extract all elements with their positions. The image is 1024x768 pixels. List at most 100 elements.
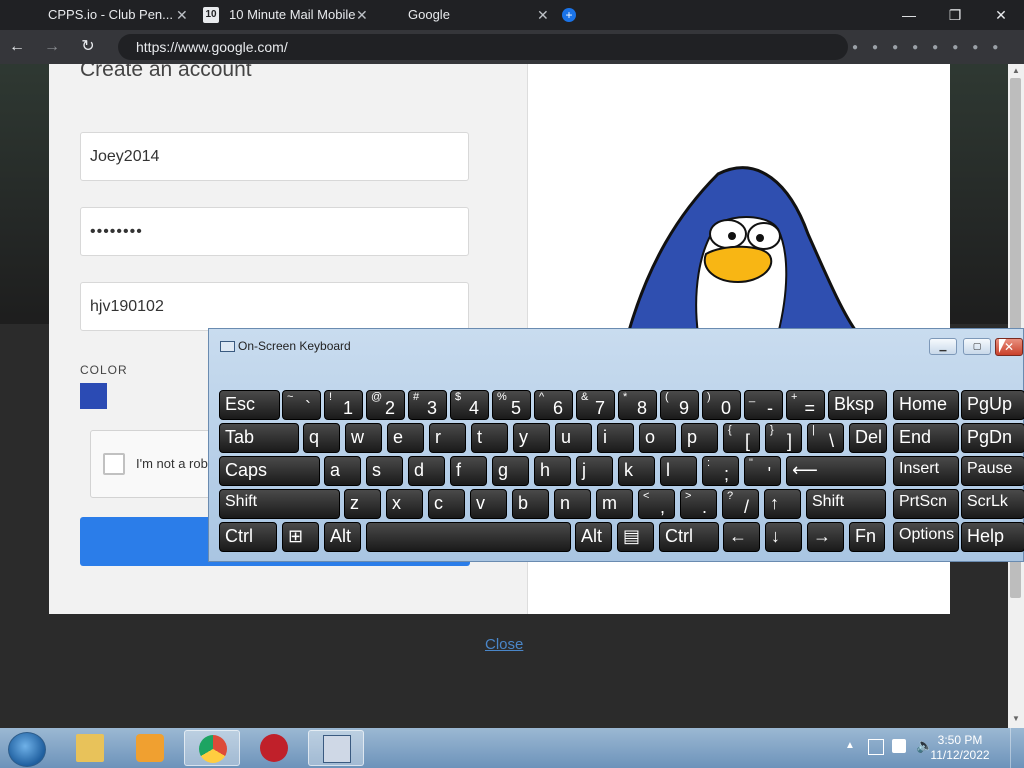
key-pgup[interactable]: PgUp	[961, 390, 1024, 420]
key-shift[interactable]: Shift	[806, 489, 886, 519]
key--[interactable]: ⟵	[786, 456, 886, 486]
tab-close-icon[interactable]: ✕	[356, 0, 368, 30]
key--[interactable]: }]	[765, 423, 802, 453]
window-restore-button[interactable]: ❐	[932, 0, 978, 30]
key--[interactable]: + =	[786, 390, 825, 420]
key-alt[interactable]: Alt	[324, 522, 361, 552]
scroll-down-icon[interactable]: ▼	[1008, 714, 1024, 723]
key-fn[interactable]: Fn	[849, 522, 885, 552]
tab-close-icon[interactable]: ✕	[537, 0, 549, 30]
key-8[interactable]: * 8	[618, 390, 657, 420]
taskbar-explorer[interactable]	[62, 730, 118, 766]
tab-cpps[interactable]: CPPS.io - Club Pen... ✕	[10, 0, 195, 30]
key--[interactable]: ↑	[764, 489, 801, 519]
key-d[interactable]: d	[408, 456, 445, 486]
key-6[interactable]: ^ 6	[534, 390, 573, 420]
key-l[interactable]: l	[660, 456, 697, 486]
key-caps[interactable]: Caps	[219, 456, 320, 486]
key-w[interactable]: w	[345, 423, 382, 453]
key-space[interactable]	[366, 522, 571, 552]
window-close-button[interactable]: ✕	[978, 0, 1024, 30]
key-bksp[interactable]: Bksp	[828, 390, 887, 420]
tab-google[interactable]: Google ✕	[380, 0, 555, 30]
key-shift[interactable]: Shift	[219, 489, 340, 519]
show-hidden-icons-icon[interactable]: ▲	[845, 740, 855, 751]
key-u[interactable]: u	[555, 423, 592, 453]
key-4[interactable]: $4	[450, 390, 489, 420]
start-button[interactable]	[8, 732, 46, 767]
network-icon[interactable]	[868, 739, 884, 755]
extension-icons[interactable]: ●●●●●●●●	[852, 42, 1012, 53]
key-p[interactable]: p	[681, 423, 718, 453]
key-h[interactable]: h	[534, 456, 571, 486]
forward-arrow-icon[interactable]: →	[37, 30, 67, 64]
back-arrow-icon[interactable]: ←	[2, 30, 32, 64]
show-desktop-button[interactable]	[1010, 728, 1024, 768]
password-field[interactable]: ••••••••	[80, 207, 469, 256]
key-e[interactable]: e	[387, 423, 424, 453]
key-7[interactable]: & 7	[576, 390, 615, 420]
key-m[interactable]: m	[596, 489, 633, 519]
key-q[interactable]: q	[303, 423, 340, 453]
key-del[interactable]: Del	[849, 423, 887, 453]
key-0[interactable]: ) 0	[702, 390, 741, 420]
key--[interactable]: {[	[723, 423, 760, 453]
key--[interactable]: ↓	[765, 522, 802, 552]
taskbar-media-player[interactable]	[122, 730, 178, 766]
key-a[interactable]: a	[324, 456, 361, 486]
action-center-icon[interactable]	[892, 739, 906, 753]
key-v[interactable]: v	[470, 489, 507, 519]
key--[interactable]: >.	[680, 489, 717, 519]
email-field[interactable]: hjv190102	[80, 282, 469, 331]
key-k[interactable]: k	[618, 456, 655, 486]
key-r[interactable]: r	[429, 423, 466, 453]
key-scrlk[interactable]: ScrLk	[961, 489, 1024, 519]
window-minimize-button[interactable]: —	[886, 0, 932, 30]
key-ctrl[interactable]: Ctrl	[219, 522, 277, 552]
key-1[interactable]: ! 1	[324, 390, 363, 420]
key-j[interactable]: j	[576, 456, 613, 486]
taskbar-chrome[interactable]	[184, 730, 240, 766]
system-clock[interactable]: 3:50 PM 11/12/2022	[930, 733, 990, 763]
close-link[interactable]: Close	[485, 636, 523, 653]
key-2[interactable]: @2	[366, 390, 405, 420]
key-options[interactable]: Options	[893, 522, 959, 552]
tab-close-icon[interactable]: ✕	[176, 0, 188, 30]
key-n[interactable]: n	[554, 489, 591, 519]
key-home[interactable]: Home	[893, 390, 959, 420]
key-i[interactable]: i	[597, 423, 634, 453]
tab-10-minute-mail[interactable]: 10 10 Minute Mail Mobile ✕	[200, 0, 380, 30]
key-b[interactable]: b	[512, 489, 549, 519]
reload-icon[interactable]: ↻	[73, 30, 103, 64]
address-bar[interactable]: https://www.google.com/	[118, 34, 848, 60]
key-pause[interactable]: Pause	[961, 456, 1024, 486]
taskbar-on-screen-keyboard[interactable]	[308, 730, 364, 766]
key-end[interactable]: End	[893, 423, 959, 453]
key-o[interactable]: o	[639, 423, 676, 453]
key--[interactable]: ? /	[722, 489, 759, 519]
key-x[interactable]: x	[386, 489, 423, 519]
key-9[interactable]: (9	[660, 390, 699, 420]
key-tab[interactable]: Tab	[219, 423, 299, 453]
key-c[interactable]: c	[428, 489, 465, 519]
key--[interactable]: :;	[702, 456, 739, 486]
key-s[interactable]: s	[366, 456, 403, 486]
key-t[interactable]: t	[471, 423, 508, 453]
key-help[interactable]: Help	[961, 522, 1024, 552]
scroll-up-icon[interactable]: ▲	[1008, 66, 1024, 75]
key--[interactable]: _ -	[744, 390, 783, 420]
recaptcha-checkbox[interactable]	[103, 453, 125, 475]
key-y[interactable]: y	[513, 423, 550, 453]
key-g[interactable]: g	[492, 456, 529, 486]
key-ctrl[interactable]: Ctrl	[659, 522, 719, 552]
osk-maximize-button[interactable]: ▢	[963, 338, 991, 355]
key-esc[interactable]: Esc	[219, 390, 280, 420]
key--[interactable]: " '	[744, 456, 781, 486]
key--[interactable]: ▤	[617, 522, 654, 552]
new-tab-icon[interactable]: +	[562, 8, 576, 22]
username-field[interactable]: Joey2014	[80, 132, 469, 181]
key-prtscn[interactable]: PrtScn	[893, 489, 959, 519]
key-insert[interactable]: Insert	[893, 456, 959, 486]
key--[interactable]: <,	[638, 489, 675, 519]
key-alt[interactable]: Alt	[575, 522, 612, 552]
